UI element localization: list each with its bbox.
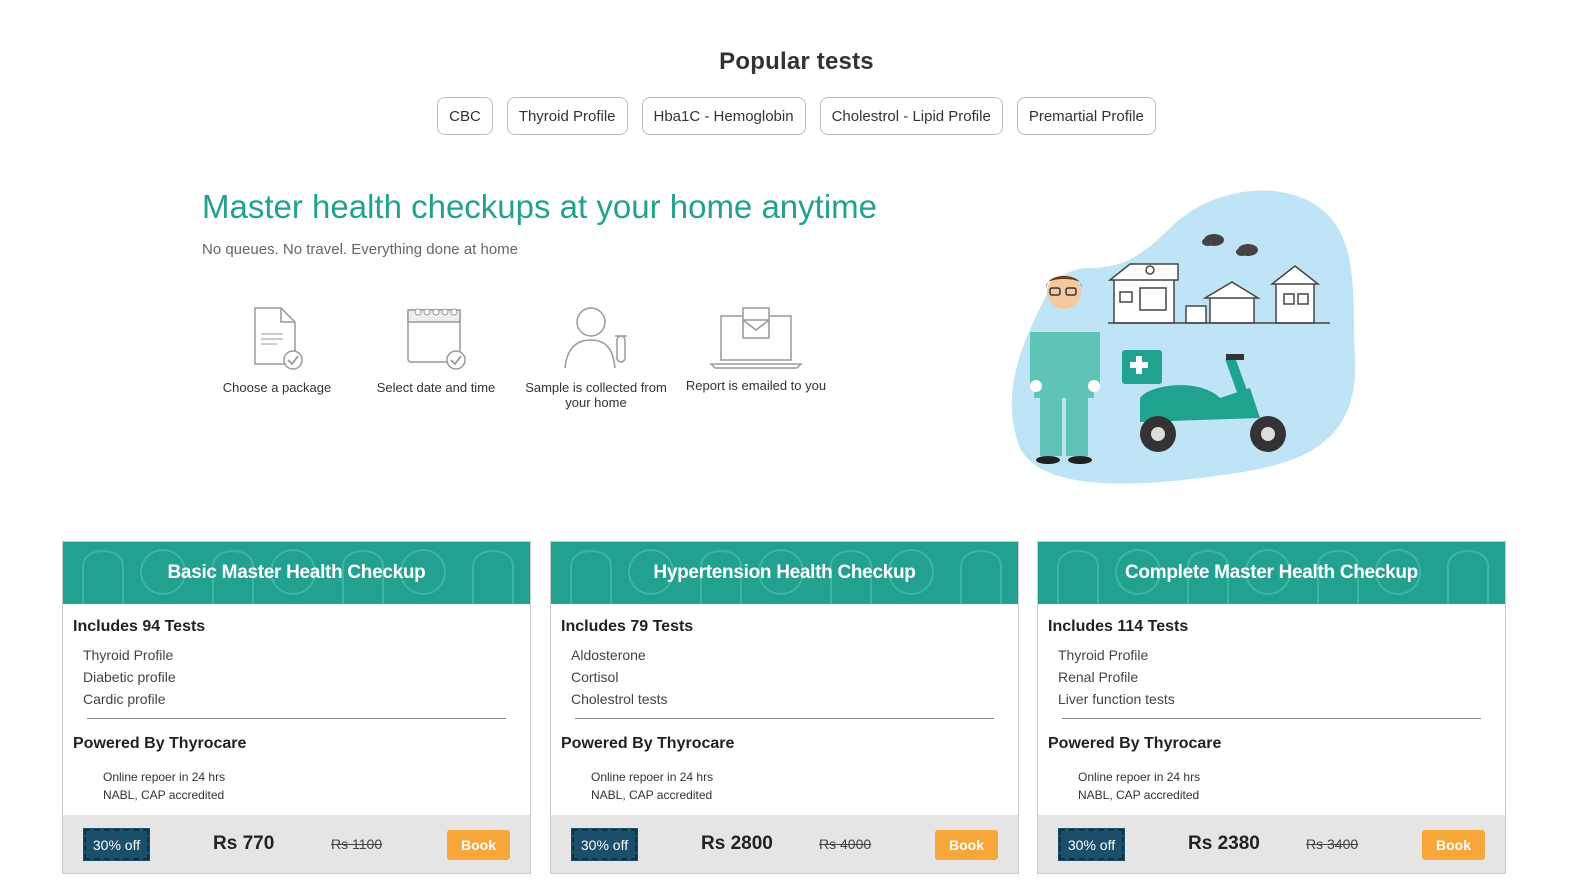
card-header: Basic Master Health Checkup — [63, 542, 530, 604]
step-label: Select date and time — [376, 380, 496, 395]
card-header: Hypertension Health Checkup — [551, 542, 1018, 604]
step-label-line2: your home — [565, 395, 627, 410]
step-label-line1: Sample is collected from — [525, 380, 667, 395]
step-choose-package: Choose a package — [197, 302, 357, 395]
test-pill-thyroid-profile[interactable]: Thyroid Profile — [506, 97, 628, 135]
discount-badge: 30% off — [571, 828, 638, 861]
card-title: Hypertension Health Checkup — [653, 562, 916, 583]
book-button[interactable]: Book — [447, 830, 510, 860]
list-item: Online repoer in 24 hrs — [103, 770, 226, 784]
card-powered-by: Powered By Thyrocare — [561, 735, 735, 752]
step-label: Choose a package — [222, 380, 332, 395]
list-item: Cardic profile — [83, 691, 166, 707]
list-item: Thyroid Profile — [83, 647, 174, 663]
step-report-emailed: Report is emailed to you — [676, 302, 836, 393]
card-test-list: Thyroid Profile Diabetic profile Cardic … — [83, 644, 520, 710]
card-header: Complete Master Health Checkup — [1038, 542, 1505, 604]
home-collection-illustration — [1011, 190, 1356, 484]
card-powered-by: Powered By Thyrocare — [73, 735, 247, 752]
card-features: Online repoer in 24 hrs NABL, CAP accred… — [1078, 768, 1495, 804]
hero-subtitle: No queues. No travel. Everything done at… — [202, 241, 519, 258]
document-check-icon — [254, 307, 303, 370]
list-item: Aldosterone — [571, 647, 646, 663]
test-pill-hba1c[interactable]: Hba1C - Hemoglobin — [641, 97, 806, 135]
laptop-email-icon — [709, 307, 803, 369]
book-button[interactable]: Book — [1422, 830, 1485, 860]
card-footer: 30% off Rs 2380 Rs 3400 Book — [1038, 815, 1505, 873]
card-title: Complete Master Health Checkup — [1125, 562, 1418, 583]
person-sample-icon — [564, 307, 627, 369]
popular-tests-list: CBC Thyroid Profile Hba1C - Hemoglobin C… — [0, 97, 1593, 135]
card-includes: Includes 94 Tests — [73, 618, 206, 635]
old-price: Rs 3400 — [1306, 836, 1359, 852]
package-card-hypertension: Hypertension Health Checkup Includes 79 … — [550, 541, 1019, 874]
discount-badge: 30% off — [83, 828, 150, 861]
list-item: Cortisol — [571, 669, 619, 685]
divider — [575, 718, 994, 719]
popular-tests-title: Popular tests — [719, 48, 874, 75]
test-pill-lipid-profile[interactable]: Cholestrol - Lipid Profile — [819, 97, 1003, 135]
list-item: NABL, CAP accredited — [1078, 788, 1200, 802]
book-button[interactable]: Book — [935, 830, 998, 860]
discount-badge: 30% off — [1058, 828, 1125, 861]
list-item: Liver function tests — [1058, 691, 1175, 707]
card-footer: 30% off Rs 770 Rs 1100 Book — [63, 815, 530, 873]
package-card-basic: Basic Master Health Checkup Includes 94 … — [62, 541, 531, 874]
card-features: Online repoer in 24 hrs NABL, CAP accred… — [591, 768, 1008, 804]
old-price: Rs 1100 — [331, 836, 383, 852]
card-powered-by: Powered By Thyrocare — [1048, 735, 1222, 752]
list-item: Cholestrol tests — [571, 691, 668, 707]
list-item: Thyroid Profile — [1058, 647, 1149, 663]
package-card-complete: Complete Master Health Checkup Includes … — [1037, 541, 1506, 874]
card-includes: Includes 114 Tests — [1048, 618, 1189, 635]
price: Rs 2380 — [1188, 833, 1260, 854]
list-item: NABL, CAP accredited — [103, 788, 225, 802]
list-item: Online repoer in 24 hrs — [1078, 770, 1201, 784]
list-item: Diabetic profile — [83, 669, 176, 685]
divider — [87, 718, 506, 719]
step-select-date: Select date and time — [356, 302, 516, 395]
divider — [1062, 718, 1481, 719]
popular-tests-section: Popular tests — [0, 48, 1593, 76]
card-test-list: Thyroid Profile Renal Profile Liver func… — [1058, 644, 1495, 710]
price: Rs 770 — [213, 833, 275, 854]
card-test-list: Aldosterone Cortisol Cholestrol tests — [571, 644, 1008, 710]
step-sample-collected: Sample is collected from your home — [516, 302, 676, 410]
hero-title: Master health checkups at your home anyt… — [202, 188, 878, 225]
step-label: Report is emailed to you — [685, 378, 827, 393]
card-features: Online repoer in 24 hrs NABL, CAP accred… — [103, 768, 520, 804]
test-pill-cbc[interactable]: CBC — [437, 97, 493, 135]
list-item: NABL, CAP accredited — [591, 788, 713, 802]
card-includes: Includes 79 Tests — [561, 618, 694, 635]
card-footer: 30% off Rs 2800 Rs 4000 Book — [551, 815, 1018, 873]
list-item: Online repoer in 24 hrs — [591, 770, 714, 784]
price: Rs 2800 — [701, 833, 773, 854]
test-pill-premarital-profile[interactable]: Premartial Profile — [1016, 97, 1156, 135]
list-item: Renal Profile — [1058, 669, 1139, 685]
old-price: Rs 4000 — [819, 836, 872, 852]
card-title: Basic Master Health Checkup — [167, 562, 426, 583]
calendar-check-icon — [407, 308, 466, 370]
